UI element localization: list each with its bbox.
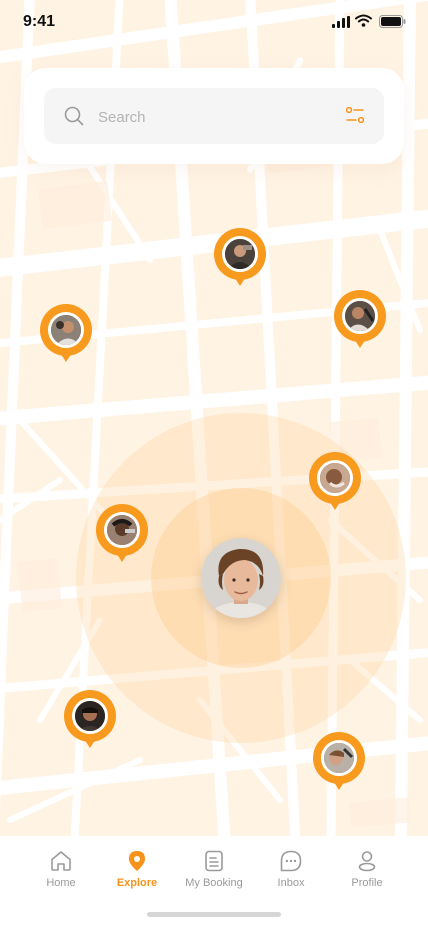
battery-icon [379, 15, 406, 28]
profile-icon [358, 851, 376, 872]
barber-photo [51, 315, 81, 345]
barber-location-pin[interactable] [40, 304, 92, 368]
cellular-signal-icon [332, 16, 350, 28]
nav-profile-label: Profile [351, 877, 383, 889]
nav-home[interactable]: Home [21, 849, 101, 895]
barber-photo [345, 301, 375, 331]
wifi-icon [355, 14, 372, 27]
search-card [24, 68, 404, 164]
home-indicator [147, 912, 281, 917]
nav-explore[interactable]: Explore [97, 849, 177, 895]
location-pin-icon [129, 851, 145, 871]
document-icon [205, 850, 223, 872]
barber-location-pin[interactable] [313, 732, 365, 796]
nav-my-booking[interactable]: My Booking [174, 849, 254, 895]
barber-photo [75, 701, 105, 731]
search-icon [64, 106, 84, 126]
nav-my-booking-label: My Booking [185, 877, 243, 889]
barber-location-pin[interactable] [334, 290, 386, 354]
barber-location-pin[interactable] [96, 504, 148, 568]
search-input[interactable] [96, 102, 330, 132]
barber-location-pin[interactable] [214, 228, 266, 292]
nav-explore-label: Explore [116, 877, 158, 889]
status-time: 9:41 [23, 13, 56, 30]
nav-profile[interactable]: Profile [327, 849, 407, 895]
search-bar[interactable] [44, 88, 384, 144]
filter-icon[interactable] [346, 107, 364, 123]
nav-inbox[interactable]: Inbox [251, 849, 331, 895]
barber-location-pin[interactable] [309, 452, 361, 516]
barber-photo [225, 239, 255, 269]
barber-location-pin[interactable] [64, 690, 116, 754]
nav-inbox-label: Inbox [277, 877, 305, 889]
barber-photo [107, 515, 137, 545]
barber-photo [320, 463, 350, 493]
chat-icon [280, 850, 302, 872]
user-photo [201, 538, 281, 618]
status-bar: 9:41 [0, 0, 428, 44]
barber-photo [324, 743, 354, 773]
user-avatar[interactable] [201, 538, 281, 618]
home-icon [51, 851, 71, 871]
nav-home-label: Home [46, 877, 76, 889]
